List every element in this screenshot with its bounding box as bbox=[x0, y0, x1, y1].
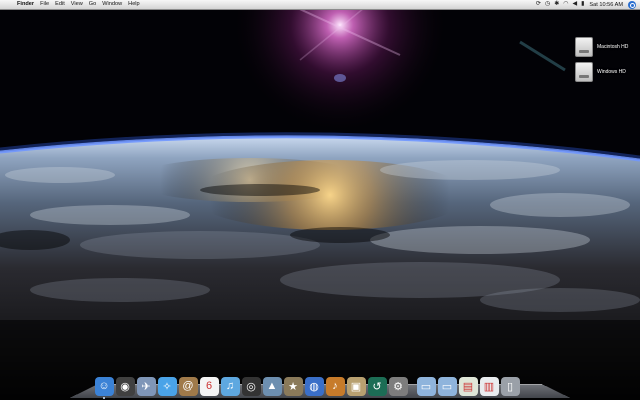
ical-icon: 6 bbox=[199, 376, 219, 396]
disk-label: Macintosh HD bbox=[597, 44, 629, 50]
time-machine-icon: ↺ bbox=[367, 376, 387, 396]
desktop-wallpaper bbox=[0, 0, 640, 400]
mail-icon: ✈ bbox=[136, 376, 156, 396]
sync-icon[interactable]: ⟳ bbox=[534, 0, 543, 9]
preview-icon: ▣ bbox=[346, 376, 366, 396]
trash-icon: ▯ bbox=[500, 376, 520, 396]
itunes-icon: ♫ bbox=[220, 376, 240, 396]
documents-folder-icon: ▭ bbox=[437, 376, 457, 396]
dock-item-iphoto[interactable]: ▲ bbox=[262, 376, 282, 396]
dock-item-mail[interactable]: ✈ bbox=[136, 376, 156, 396]
documents-stack-icon: ▥ bbox=[479, 376, 499, 396]
dock: ☺ ◉ ✈ ✧ @6 ♫ ◎ ▲ ★ ◍ ♪ ▣ ↺ ⚙ ▭ ▭ ▤ ▥ ▯ bbox=[94, 370, 520, 399]
volume-icon[interactable]: ◀ bbox=[570, 0, 579, 9]
dock-item-applications-folder[interactable]: ▭ bbox=[416, 376, 436, 396]
menu-edit[interactable]: Edit bbox=[52, 0, 68, 9]
dock-item-preview[interactable]: ▣ bbox=[346, 376, 366, 396]
finder-icon: ☺ bbox=[94, 376, 114, 396]
dock-item-idvd[interactable]: ◍ bbox=[304, 376, 324, 396]
wifi-icon[interactable]: ◠ bbox=[561, 0, 570, 9]
dashboard-icon: ◉ bbox=[115, 376, 135, 396]
dock-item-downloads-stack[interactable]: ▤ bbox=[458, 376, 478, 396]
dock-item-garageband[interactable]: ♪ bbox=[325, 376, 345, 396]
dock-item-ical[interactable]: 6 bbox=[199, 376, 219, 396]
status-area: ⟳ ◷ ✱ ◠ ◀ ▮ Sat 10:56 AM bbox=[534, 0, 640, 9]
desktop-disk-macintosh-hd[interactable]: Macintosh HD bbox=[575, 36, 635, 58]
dock-item-documents-folder[interactable]: ▭ bbox=[437, 376, 457, 396]
dock-item-safari[interactable]: ✧ bbox=[157, 376, 177, 396]
earth-wallpaper-art bbox=[0, 0, 640, 400]
safari-icon: ✧ bbox=[157, 376, 177, 396]
spotlight-icon[interactable] bbox=[628, 0, 636, 9]
garageband-icon: ♪ bbox=[325, 376, 345, 396]
dock-item-photo-booth[interactable]: ◎ bbox=[241, 376, 261, 396]
running-indicator bbox=[103, 397, 105, 399]
applications-folder-icon: ▭ bbox=[416, 376, 436, 396]
bluetooth-icon[interactable]: ✱ bbox=[552, 0, 561, 9]
idvd-icon: ◍ bbox=[304, 376, 324, 396]
dock-item-address-book[interactable]: @ bbox=[178, 376, 198, 396]
menu-view[interactable]: View bbox=[68, 0, 86, 9]
dock-item-time-machine[interactable]: ↺ bbox=[367, 376, 387, 396]
disk-label: Windows HD bbox=[597, 69, 626, 75]
downloads-stack-icon: ▤ bbox=[458, 376, 478, 396]
hard-disk-icon bbox=[575, 37, 593, 57]
address-book-icon: @ bbox=[178, 376, 198, 396]
system-preferences-icon: ⚙ bbox=[388, 376, 408, 396]
hard-disk-icon bbox=[575, 62, 593, 82]
menu-file[interactable]: File bbox=[37, 0, 52, 9]
menu-clock[interactable]: Sat 10:56 AM bbox=[586, 2, 626, 8]
app-menu-finder[interactable]: Finder bbox=[14, 0, 37, 9]
dock-item-finder[interactable]: ☺ bbox=[94, 376, 114, 399]
flag-icon[interactable]: ▮ bbox=[579, 0, 586, 9]
menu-window[interactable]: Window bbox=[99, 0, 125, 9]
menu-go[interactable]: Go bbox=[86, 0, 99, 9]
imovie-icon: ★ bbox=[283, 376, 303, 396]
dock-item-documents-stack[interactable]: ▥ bbox=[479, 376, 499, 396]
dock-item-dashboard[interactable]: ◉ bbox=[115, 376, 135, 396]
desktop-disk-windows-hd[interactable]: Windows HD bbox=[575, 61, 635, 83]
dock-separator bbox=[409, 376, 415, 396]
menu-bar: Finder File Edit View Go Window Help ⟳ ◷… bbox=[0, 0, 640, 10]
photo-booth-icon: ◎ bbox=[241, 376, 261, 396]
dock-item-imovie[interactable]: ★ bbox=[283, 376, 303, 396]
menu-help[interactable]: Help bbox=[125, 0, 143, 9]
timemachine-icon[interactable]: ◷ bbox=[543, 0, 552, 9]
iphoto-icon: ▲ bbox=[262, 376, 282, 396]
dock-item-trash[interactable]: ▯ bbox=[500, 376, 520, 396]
dock-item-system-preferences[interactable]: ⚙ bbox=[388, 376, 408, 396]
dock-item-itunes[interactable]: ♫ bbox=[220, 376, 240, 396]
